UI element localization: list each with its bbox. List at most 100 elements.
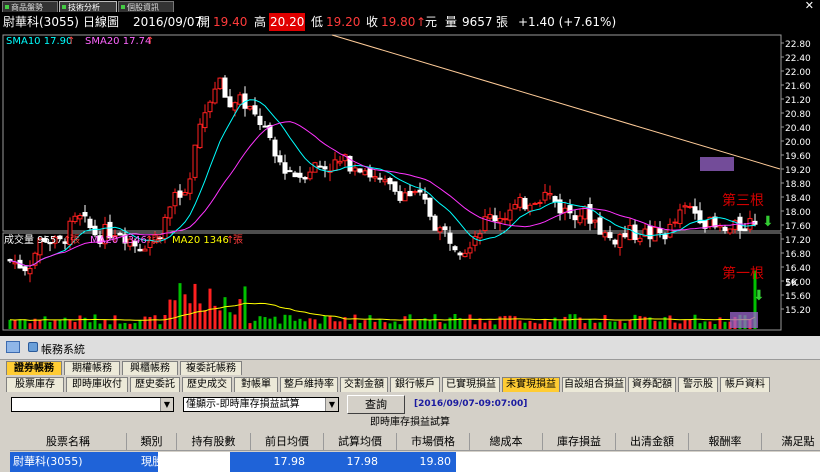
price-tick: 22.80: [785, 40, 811, 50]
volume-bar: [463, 319, 467, 329]
candle-body: [277, 155, 283, 163]
column-header[interactable]: 出清金額: [616, 433, 689, 451]
column-header[interactable]: 股票名稱: [10, 433, 127, 451]
volume-bar: [388, 323, 392, 329]
candlestick-chart[interactable]: SMA10 17.90 ↑ SMA20 17.74 ↑ 第三根 ⬇ 成交量 96…: [0, 33, 820, 333]
candle-body: [397, 191, 403, 201]
low-label: 低: [311, 15, 324, 29]
column-header[interactable]: 前日均價: [251, 433, 324, 451]
candle-body: [27, 267, 33, 275]
function-tab[interactable]: 歷史委託: [130, 377, 180, 392]
column-header[interactable]: 庫存損益: [543, 433, 616, 451]
volume-bar: [333, 321, 337, 329]
filter-value: 僅顯示-即時庫存損益試算: [186, 399, 300, 410]
candle-body: [72, 215, 78, 223]
candle-body: [167, 206, 173, 219]
function-tab[interactable]: 即時庫收付: [66, 377, 128, 392]
app-icon: [28, 342, 38, 352]
table-header: 股票名稱類別持有股數前日均價試算均價市場價格總成本庫存損益出清金額報酬率滿足點預: [10, 433, 820, 451]
annotation-third: 第三根: [722, 192, 764, 209]
volume-bar: [13, 320, 17, 329]
tab-emerging[interactable]: 興櫃帳務: [122, 361, 178, 375]
price-tick: 22.40: [785, 54, 811, 64]
query-timestamp: [2016/09/07-09:07:00]: [414, 399, 528, 409]
volume-value: 9657: [462, 15, 493, 29]
volume-bar: [173, 300, 177, 329]
column-header[interactable]: 滿足點: [762, 433, 820, 451]
sma10-label: SMA10 17.90: [6, 36, 72, 47]
volume-bar: [48, 321, 52, 329]
cell-shares: [158, 452, 230, 472]
open-value: 19.40: [213, 15, 248, 29]
tab-sub-brokerage[interactable]: 複委託帳務: [180, 361, 242, 375]
volume-bar: [313, 319, 317, 329]
function-tab[interactable]: 對帳單: [234, 377, 278, 392]
volume-bar: [558, 320, 562, 329]
chevron-down-icon[interactable]: ▼: [325, 398, 338, 411]
function-tab[interactable]: 警示股: [678, 377, 718, 392]
volume-bar: [468, 314, 472, 329]
volume-bar: [23, 319, 27, 329]
function-tab[interactable]: 股票庫存: [6, 377, 64, 392]
volume-bar: [623, 322, 627, 329]
volume-bar: [98, 323, 102, 329]
tab-securities[interactable]: 證券帳務: [6, 361, 62, 375]
close-icon[interactable]: ✕: [805, 0, 814, 12]
report-subtitle: 即時庫存損益試算: [370, 417, 450, 428]
function-tab[interactable]: 資券配額: [628, 377, 676, 392]
volume-bar: [563, 316, 567, 329]
column-header[interactable]: 報酬率: [689, 433, 762, 451]
volume-bar: [533, 322, 537, 329]
volume-bar: [158, 324, 162, 329]
chevron-down-icon[interactable]: ▼: [160, 398, 173, 411]
candle-body: [222, 77, 228, 98]
volume-bar: [473, 324, 477, 329]
query-button[interactable]: 查詢: [347, 395, 405, 414]
candle-body: [492, 215, 498, 222]
volume-bar: [228, 312, 232, 329]
volume-bar: [288, 315, 292, 329]
column-header[interactable]: 總成本: [470, 433, 543, 451]
volume-bar: [238, 299, 242, 329]
column-header[interactable]: 試算均價: [324, 433, 397, 451]
tab-stock-info[interactable]: 個股資訊: [118, 1, 174, 12]
account-select[interactable]: ▼: [11, 397, 174, 412]
candle-body: [412, 191, 418, 194]
candle-body: [402, 192, 408, 202]
volume-bar: [168, 299, 172, 329]
function-tab[interactable]: 交割金額: [340, 377, 388, 392]
candle-body: [527, 204, 533, 212]
tab-market[interactable]: 商品盤勢: [2, 1, 58, 12]
function-tab[interactable]: 銀行帳戶: [390, 377, 440, 392]
filter-select[interactable]: 僅顯示-即時庫存損益試算 ▼: [183, 397, 339, 412]
tab-technical[interactable]: 技術分析: [59, 1, 117, 12]
table-row[interactable]: 尉華科(3055) 現股 17.98 17.98 19.80: [10, 452, 820, 472]
function-tab[interactable]: 未實現損益: [502, 377, 560, 392]
volume-bar: [58, 319, 62, 329]
column-header[interactable]: 類別: [127, 433, 177, 451]
candle-body: [22, 266, 28, 272]
tab-futures[interactable]: 期權帳務: [64, 361, 120, 375]
function-tab[interactable]: 已實現損益: [442, 377, 500, 392]
volume-bar: [408, 314, 412, 329]
cell-calc-avg: 17.98: [346, 455, 379, 468]
candle-body: [517, 197, 523, 208]
volume-bar: [618, 320, 622, 329]
function-tab[interactable]: 自設組合損益: [562, 377, 626, 392]
volume-bar: [398, 324, 402, 329]
volume-bar: [28, 323, 32, 329]
function-tab[interactable]: 帳戶資料: [720, 377, 770, 392]
volume-bar: [218, 310, 222, 329]
column-header[interactable]: 市場價格: [397, 433, 470, 451]
candle-body: [387, 178, 393, 185]
candle-body: [522, 197, 528, 210]
function-tab[interactable]: 整戶維持率: [280, 377, 338, 392]
volume-bar: [213, 305, 217, 329]
price-tick: 19.60: [785, 152, 811, 162]
candle-body: [567, 205, 573, 214]
function-tab[interactable]: 歷史成交: [182, 377, 232, 392]
candle-body: [677, 209, 683, 225]
column-header[interactable]: 持有股數: [177, 433, 251, 451]
candle-body: [502, 218, 508, 221]
candle-body: [512, 204, 518, 210]
